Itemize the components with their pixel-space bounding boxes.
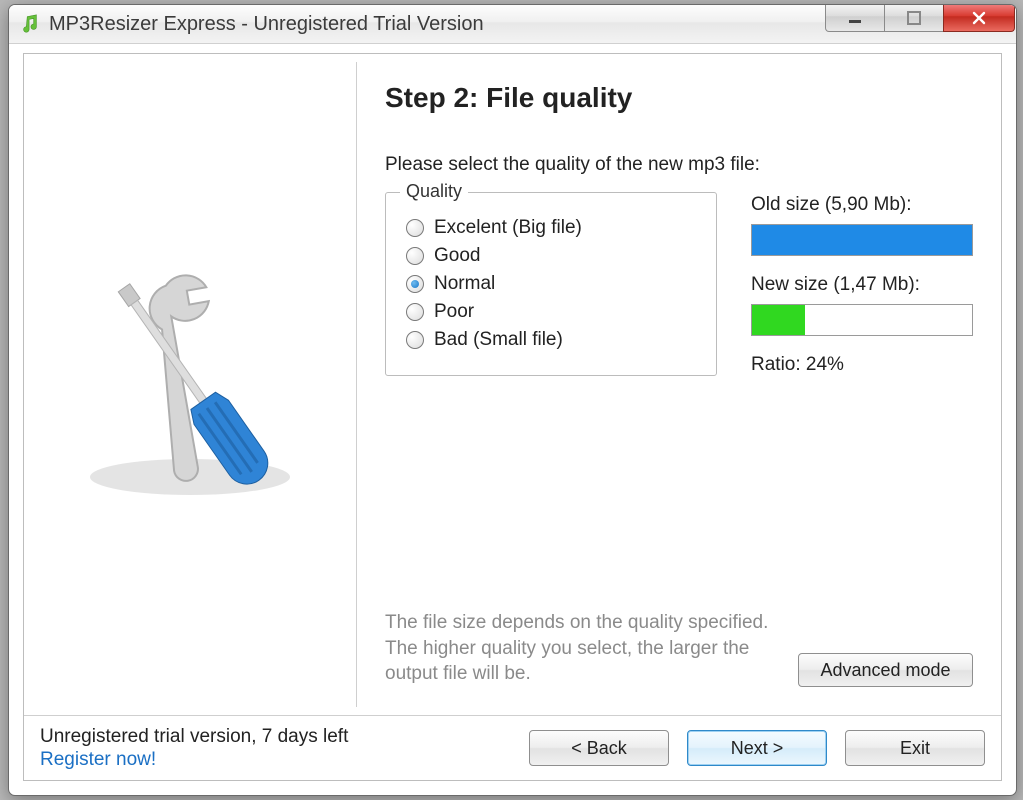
instruction-text: Please select the quality of the new mp3… <box>385 154 973 176</box>
titlebar[interactable]: MP3Resizer Express - Unregistered Trial … <box>9 5 1016 44</box>
quality-option-poor[interactable]: Poor <box>406 301 696 323</box>
close-button[interactable] <box>943 4 1015 32</box>
radio-icon <box>406 303 424 321</box>
radio-icon <box>406 219 424 237</box>
quality-option-good[interactable]: Good <box>406 245 696 267</box>
radio-icon <box>406 331 424 349</box>
new-size-bar-fill <box>752 305 805 335</box>
footer-bar: Unregistered trial version, 7 days left … <box>24 715 1001 780</box>
client-area: Step 2: File quality Please select the q… <box>23 53 1002 781</box>
step-title: Step 2: File quality <box>385 82 973 114</box>
quality-groupbox: Quality Excelent (Big file)GoodNormalPoo… <box>385 192 717 376</box>
quality-note: The file size depends on the quality spe… <box>385 610 780 687</box>
old-size-label: Old size (5,90 Mb): <box>751 194 973 216</box>
exit-button[interactable]: Exit <box>845 730 985 766</box>
next-button[interactable]: Next > <box>687 730 827 766</box>
maximize-button[interactable] <box>884 4 944 32</box>
quality-option-bad[interactable]: Bad (Small file) <box>406 329 696 351</box>
tools-illustration-icon <box>55 247 325 522</box>
quality-option-label: Poor <box>434 301 474 323</box>
quality-option-excelent[interactable]: Excelent (Big file) <box>406 217 696 239</box>
radio-icon <box>406 275 424 293</box>
quality-option-label: Good <box>434 245 480 267</box>
quality-option-label: Bad (Small file) <box>434 329 563 351</box>
ratio-text: Ratio: 24% <box>751 354 973 376</box>
old-size-bar <box>751 224 973 256</box>
illustration-pane <box>24 54 356 715</box>
quality-legend: Quality <box>400 181 468 202</box>
new-size-bar <box>751 304 973 336</box>
new-size-label: New size (1,47 Mb): <box>751 274 973 296</box>
quality-option-label: Normal <box>434 273 495 295</box>
advanced-mode-button[interactable]: Advanced mode <box>798 653 973 687</box>
quality-option-label: Excelent (Big file) <box>434 217 582 239</box>
content-pane: Step 2: File quality Please select the q… <box>357 54 1001 715</box>
app-window: MP3Resizer Express - Unregistered Trial … <box>8 4 1017 796</box>
register-link[interactable]: Register now! <box>40 749 156 770</box>
quality-option-normal[interactable]: Normal <box>406 273 696 295</box>
back-button[interactable]: < Back <box>529 730 669 766</box>
old-size-bar-fill <box>752 225 972 255</box>
app-music-note-icon <box>19 13 41 35</box>
minimize-button[interactable] <box>825 4 885 32</box>
size-info: Old size (5,90 Mb): New size (1,47 Mb): … <box>751 192 973 376</box>
window-controls <box>826 4 1015 32</box>
radio-icon <box>406 247 424 265</box>
trial-status-text: Unregistered trial version, 7 days left <box>40 725 348 750</box>
